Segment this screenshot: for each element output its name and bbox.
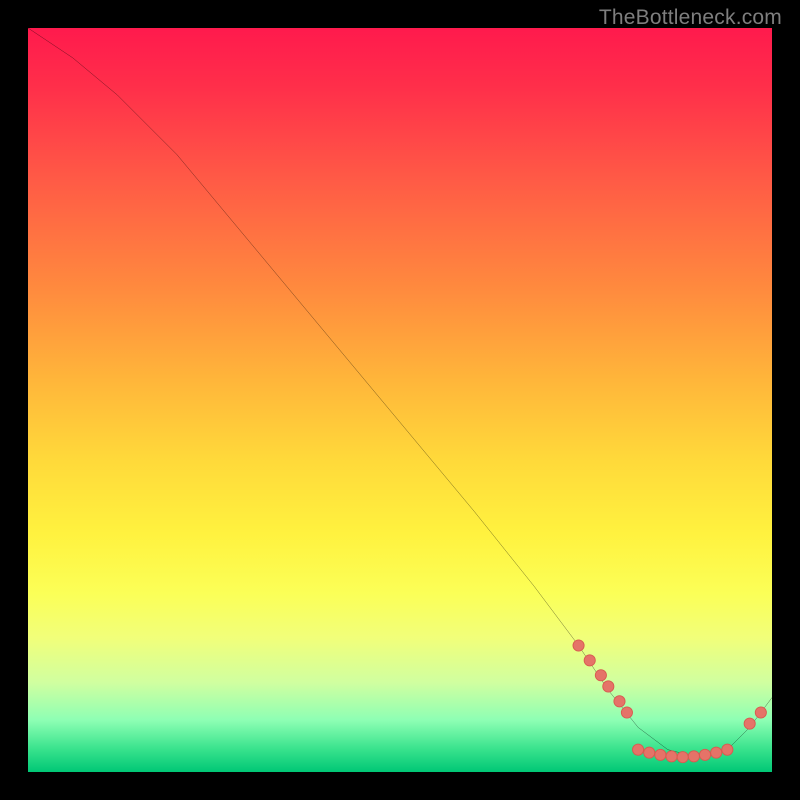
chart-stage: TheBottleneck.com (0, 0, 800, 800)
watermark-text: TheBottleneck.com (599, 6, 782, 30)
plot-gradient-background (28, 28, 772, 772)
